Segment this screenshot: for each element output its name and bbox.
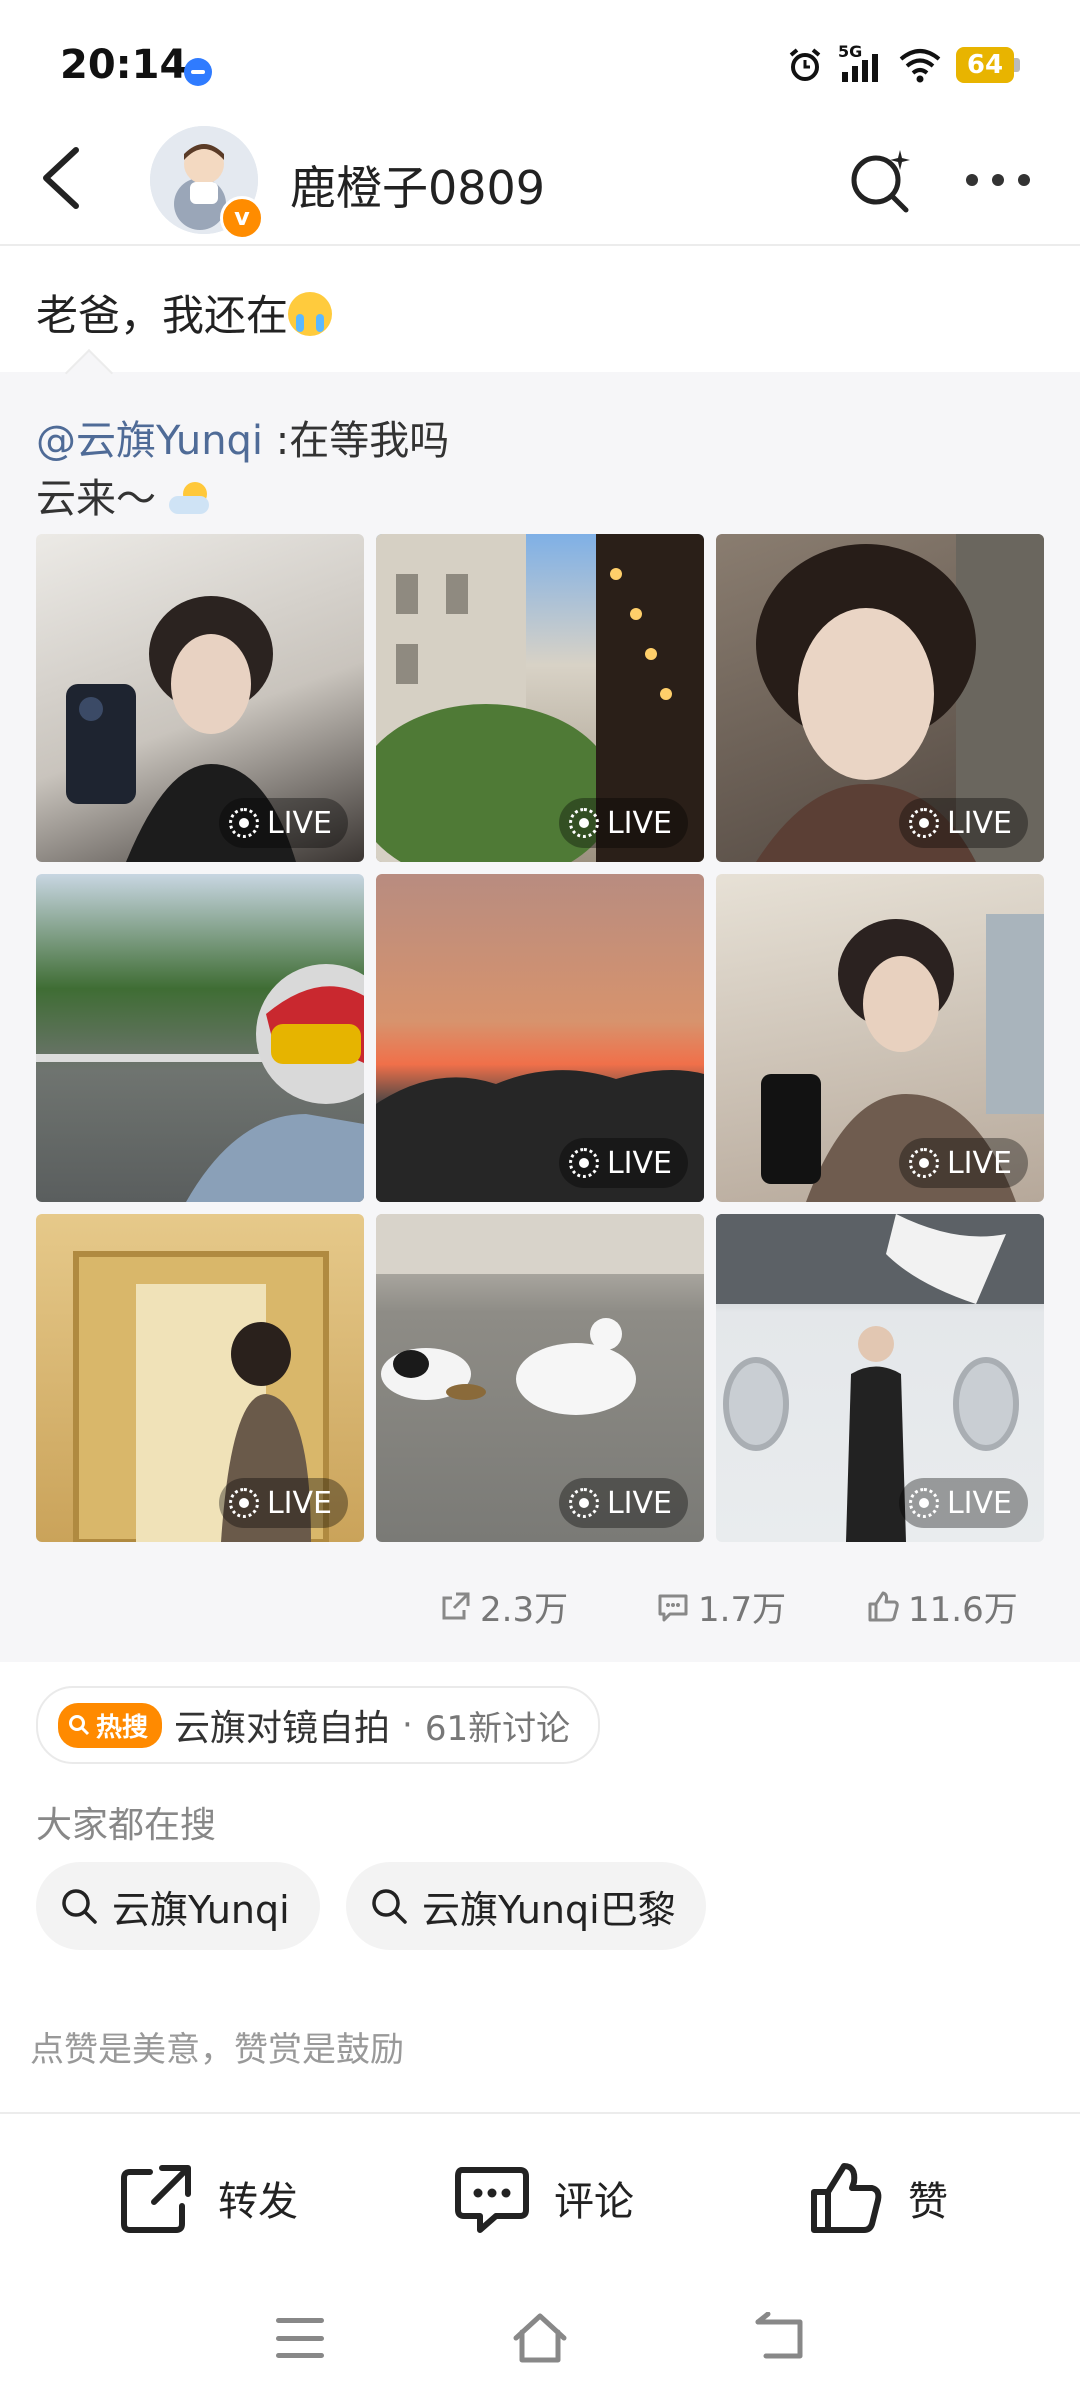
- alarm-icon: [789, 48, 821, 81]
- photo-tile[interactable]: LIVE: [716, 1214, 1044, 1542]
- photo-tile[interactable]: LIVE: [716, 534, 1044, 862]
- live-label: LIVE: [946, 1485, 1012, 1521]
- photo-tile[interactable]: LIVE: [36, 534, 364, 862]
- photo-tile[interactable]: LIVE: [376, 534, 704, 862]
- photo-tile[interactable]: LIVE: [36, 1214, 364, 1542]
- share-icon: [442, 1592, 470, 1619]
- repost-count[interactable]: 2.3万: [438, 1582, 568, 1631]
- live-badge: LIVE: [558, 1478, 688, 1528]
- photo-tile[interactable]: LIVE: [716, 874, 1044, 1202]
- photo-grid: LIVE LIVE LIVE LIVE LIVE LIVE LIVE LIVE: [36, 534, 1046, 1542]
- comment-icon: [658, 1594, 688, 1621]
- header-divider: [0, 244, 1080, 246]
- repost-text[interactable]: @云旗Yunqi :在等我吗: [36, 408, 449, 466]
- hot-search-topic[interactable]: 热搜 云旗对镜自拍 · 61新讨论: [36, 1686, 601, 1764]
- repost-text-line2: 云来～: [36, 466, 215, 524]
- live-badge: LIVE: [898, 1478, 1028, 1528]
- search-chip[interactable]: 云旗Yunqi: [36, 1862, 320, 1950]
- thumbs-up-icon: [811, 2163, 882, 2233]
- live-label: LIVE: [606, 1145, 672, 1181]
- repost-label: 转发: [218, 2179, 298, 2225]
- photo-tile[interactable]: LIVE: [376, 874, 704, 1202]
- like-button[interactable]: 赞: [806, 2158, 948, 2238]
- like-count[interactable]: 11.6万: [866, 1582, 1018, 1631]
- live-label: LIVE: [946, 1145, 1012, 1181]
- hot-topic-count: 61新讨论: [424, 1708, 571, 1749]
- hot-search-badge-label: 热搜: [96, 1712, 149, 1743]
- repost-line2-content: 云来～: [36, 476, 156, 522]
- back-icon[interactable]: [34, 142, 90, 214]
- encourage-text: 点赞是美意，赞赏是鼓励: [30, 2030, 404, 2070]
- live-badge: LIVE: [558, 1138, 688, 1188]
- thumbs-up-icon: [868, 1591, 899, 1621]
- live-badge: LIVE: [218, 1478, 348, 1528]
- notification-icon: [184, 58, 212, 86]
- live-photo-icon: [908, 1148, 939, 1178]
- sun-behind-cloud-icon: [168, 482, 215, 516]
- live-label: LIVE: [266, 805, 332, 841]
- live-photo-icon: [568, 1148, 599, 1178]
- live-badge: LIVE: [898, 1138, 1028, 1188]
- comment-label: 评论: [554, 2179, 634, 2225]
- live-photo-icon: [228, 1488, 259, 1518]
- comment-button[interactable]: 评论: [452, 2158, 634, 2238]
- live-badge: LIVE: [218, 798, 348, 848]
- battery-level: 64: [956, 47, 1014, 83]
- back-nav-icon[interactable]: [752, 2312, 808, 2362]
- status-icons: 5G 64: [786, 42, 1020, 84]
- comment-icon: [455, 2167, 529, 2233]
- live-label: LIVE: [606, 1485, 672, 1521]
- recent-apps-icon[interactable]: [276, 2318, 324, 2358]
- photo-tile[interactable]: LIVE: [376, 1214, 704, 1542]
- repost-count-text: 2.3万: [480, 1590, 569, 1630]
- live-photo-icon: [568, 808, 599, 838]
- post-text[interactable]: 老爸，我还在: [36, 282, 333, 343]
- verified-badge-icon: v: [220, 196, 264, 240]
- search-icon[interactable]: [848, 148, 914, 214]
- live-photo-icon: [908, 808, 939, 838]
- status-time: 20:14: [60, 42, 188, 88]
- search-icon: [372, 1889, 407, 1924]
- hot-topic-name: 云旗对镜自拍: [174, 1708, 391, 1749]
- live-label: LIVE: [946, 805, 1012, 841]
- live-label: LIVE: [606, 805, 672, 841]
- live-photo-icon: [908, 1488, 939, 1518]
- like-label: 赞: [908, 2179, 948, 2225]
- mention-link[interactable]: @云旗Yunqi: [36, 418, 263, 464]
- search-chip-label: 云旗Yunqi巴黎: [422, 1887, 676, 1932]
- hot-search-badge: 热搜: [58, 1702, 163, 1748]
- share-icon: [121, 2165, 191, 2233]
- more-options-button[interactable]: [966, 168, 1036, 192]
- username[interactable]: 鹿橙子0809: [290, 152, 545, 218]
- search-chip-label: 云旗Yunqi: [112, 1887, 290, 1932]
- like-count-text: 11.6万: [908, 1590, 1018, 1630]
- live-badge: LIVE: [898, 798, 1028, 848]
- battery-indicator: 64: [956, 47, 1020, 83]
- comment-count-text: 1.7万: [698, 1590, 787, 1630]
- live-label: LIVE: [266, 1485, 332, 1521]
- signal-icon: 5G: [838, 42, 884, 84]
- comment-count[interactable]: 1.7万: [656, 1582, 786, 1631]
- repost-text-content: :在等我吗: [263, 418, 450, 464]
- crying-emoji-icon: [288, 292, 333, 336]
- photo-tile[interactable]: [36, 874, 364, 1202]
- search-icon: [69, 1715, 90, 1736]
- search-icon: [62, 1889, 97, 1924]
- search-chip[interactable]: 云旗Yunqi巴黎: [346, 1862, 706, 1950]
- live-photo-icon: [228, 808, 259, 838]
- wifi-icon: [899, 49, 941, 83]
- repost-button[interactable]: 转发: [116, 2158, 298, 2238]
- live-photo-icon: [568, 1488, 599, 1518]
- home-icon[interactable]: [510, 2310, 570, 2366]
- post-text-content: 老爸，我还在: [36, 291, 289, 340]
- search-section-label: 大家都在搜: [36, 1805, 217, 1846]
- hot-topic-separator: ·: [402, 1705, 413, 1745]
- live-badge: LIVE: [558, 798, 688, 848]
